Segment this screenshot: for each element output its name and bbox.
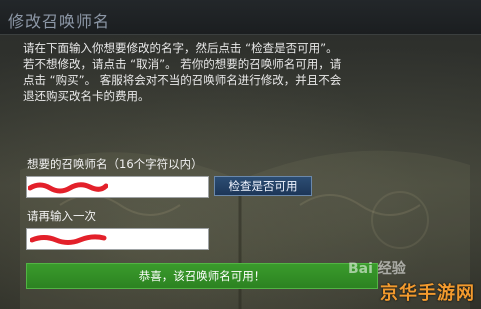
- dialog-description: 请在下面输入你想要修改的名字，然后点击 “检查是否可用”。 若不想修改，请点击 …: [23, 40, 363, 104]
- baidu-watermark: Bai 经验: [348, 261, 406, 277]
- dialog-title: 修改召唤师名: [8, 12, 111, 31]
- check-availability-button[interactable]: 检查是否可用: [214, 176, 312, 196]
- confirm-name-label: 请再输入一次: [27, 209, 96, 223]
- confirm-name-input[interactable]: [26, 228, 209, 250]
- description-line: 退还购买改名卡的费用。: [23, 89, 150, 103]
- site-watermark: 京华手游网: [380, 283, 475, 304]
- availability-status-bar: 恭喜，该召唤师名可用！: [26, 263, 378, 289]
- description-line: 请在下面输入你想要修改的名字，然后点击 “检查是否可用”。: [23, 41, 338, 55]
- desired-name-input[interactable]: [26, 176, 209, 198]
- description-line: 点击 “购买”。 客服将会对不当的召唤师名进行修改，并且不会: [23, 73, 342, 87]
- rename-summoner-dialog: 修改召唤师名 请在下面输入你想要修改的名字，然后点击 “检查是否可用”。 若不想…: [0, 0, 481, 309]
- description-line: 若不想修改，请点击 “取消”。 若你的想要的召唤师名可用，请: [23, 57, 342, 71]
- dialog-titlebar: 修改召唤师名: [0, 0, 481, 35]
- desired-name-label: 想要的召唤师名（16个字符以内）: [27, 157, 203, 171]
